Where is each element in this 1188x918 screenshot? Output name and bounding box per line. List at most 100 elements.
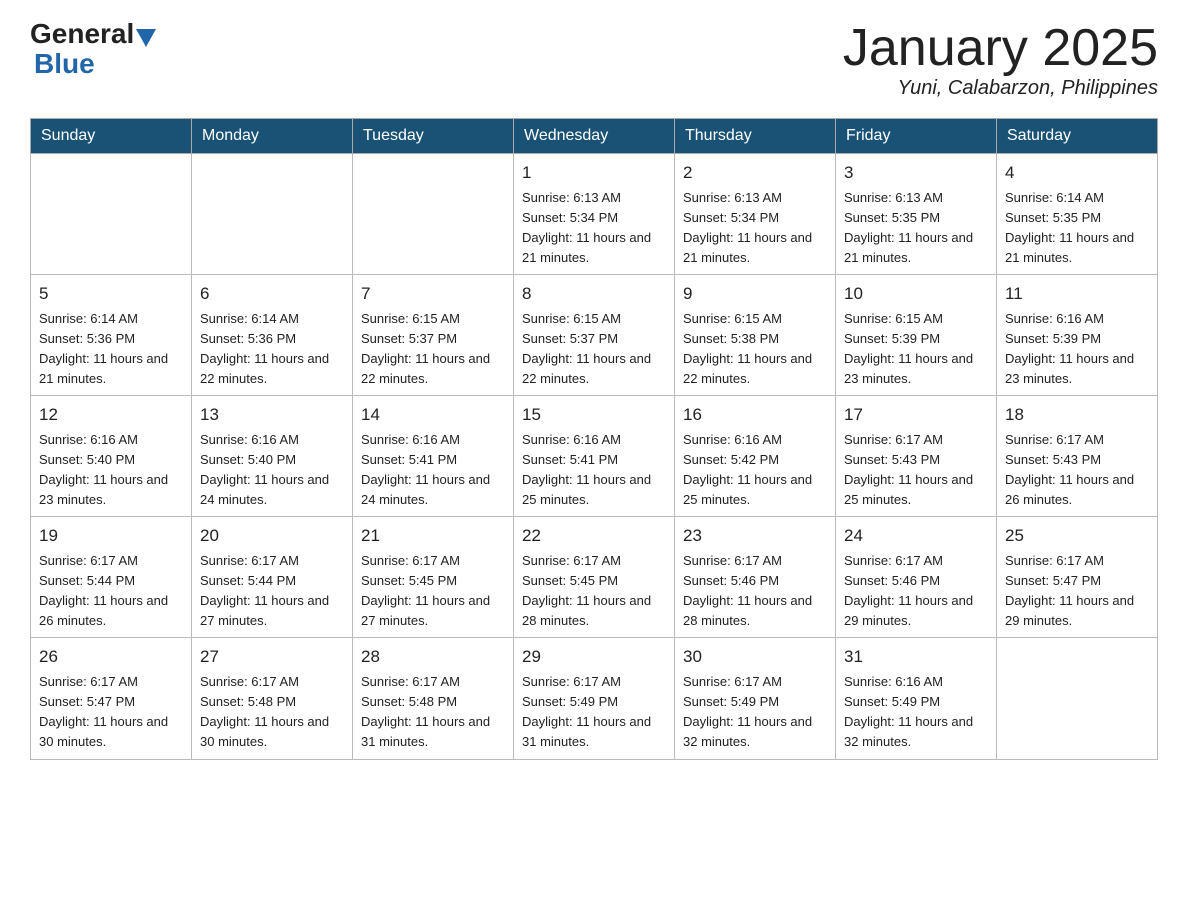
cell-sun-info: Sunrise: 6:16 AM Sunset: 5:39 PM Dayligh…: [1005, 309, 1149, 390]
calendar-cell: [192, 154, 353, 275]
calendar-cell: 20Sunrise: 6:17 AM Sunset: 5:44 PM Dayli…: [192, 517, 353, 638]
cell-sun-info: Sunrise: 6:17 AM Sunset: 5:49 PM Dayligh…: [683, 672, 827, 753]
calendar-cell: 14Sunrise: 6:16 AM Sunset: 5:41 PM Dayli…: [353, 396, 514, 517]
cell-sun-info: Sunrise: 6:16 AM Sunset: 5:41 PM Dayligh…: [522, 430, 666, 511]
cell-sun-info: Sunrise: 6:15 AM Sunset: 5:37 PM Dayligh…: [361, 309, 505, 390]
title-area: January 2025 Yuni, Calabarzon, Philippin…: [843, 20, 1158, 100]
cell-sun-info: Sunrise: 6:14 AM Sunset: 5:36 PM Dayligh…: [39, 309, 183, 390]
calendar-cell: 21Sunrise: 6:17 AM Sunset: 5:45 PM Dayli…: [353, 517, 514, 638]
calendar-cell: 11Sunrise: 6:16 AM Sunset: 5:39 PM Dayli…: [997, 275, 1158, 396]
calendar-cell: 25Sunrise: 6:17 AM Sunset: 5:47 PM Dayli…: [997, 517, 1158, 638]
cell-day-number: 7: [361, 281, 505, 307]
weekday-header-friday: Friday: [836, 119, 997, 154]
calendar-cell: 30Sunrise: 6:17 AM Sunset: 5:49 PM Dayli…: [675, 638, 836, 759]
cell-sun-info: Sunrise: 6:16 AM Sunset: 5:40 PM Dayligh…: [39, 430, 183, 511]
weekday-header-thursday: Thursday: [675, 119, 836, 154]
calendar-cell: 22Sunrise: 6:17 AM Sunset: 5:45 PM Dayli…: [514, 517, 675, 638]
cell-day-number: 18: [1005, 402, 1149, 428]
cell-sun-info: Sunrise: 6:17 AM Sunset: 5:45 PM Dayligh…: [522, 551, 666, 632]
weekday-header-wednesday: Wednesday: [514, 119, 675, 154]
cell-day-number: 3: [844, 160, 988, 186]
cell-sun-info: Sunrise: 6:17 AM Sunset: 5:44 PM Dayligh…: [39, 551, 183, 632]
calendar-cell: [997, 638, 1158, 759]
calendar-cell: 31Sunrise: 6:16 AM Sunset: 5:49 PM Dayli…: [836, 638, 997, 759]
cell-sun-info: Sunrise: 6:17 AM Sunset: 5:46 PM Dayligh…: [844, 551, 988, 632]
cell-day-number: 5: [39, 281, 183, 307]
calendar-cell: 10Sunrise: 6:15 AM Sunset: 5:39 PM Dayli…: [836, 275, 997, 396]
calendar-cell: 5Sunrise: 6:14 AM Sunset: 5:36 PM Daylig…: [31, 275, 192, 396]
calendar-cell: 16Sunrise: 6:16 AM Sunset: 5:42 PM Dayli…: [675, 396, 836, 517]
cell-sun-info: Sunrise: 6:14 AM Sunset: 5:36 PM Dayligh…: [200, 309, 344, 390]
weekday-header-sunday: Sunday: [31, 119, 192, 154]
location-title: Yuni, Calabarzon, Philippines: [843, 77, 1158, 100]
calendar-cell: 15Sunrise: 6:16 AM Sunset: 5:41 PM Dayli…: [514, 396, 675, 517]
cell-sun-info: Sunrise: 6:17 AM Sunset: 5:48 PM Dayligh…: [200, 672, 344, 753]
calendar-cell: [31, 154, 192, 275]
calendar-week-row: 5Sunrise: 6:14 AM Sunset: 5:36 PM Daylig…: [31, 275, 1158, 396]
logo-general: General: [30, 20, 134, 48]
calendar-cell: 28Sunrise: 6:17 AM Sunset: 5:48 PM Dayli…: [353, 638, 514, 759]
cell-day-number: 6: [200, 281, 344, 307]
cell-sun-info: Sunrise: 6:14 AM Sunset: 5:35 PM Dayligh…: [1005, 188, 1149, 269]
cell-day-number: 15: [522, 402, 666, 428]
calendar-cell: 9Sunrise: 6:15 AM Sunset: 5:38 PM Daylig…: [675, 275, 836, 396]
cell-day-number: 20: [200, 523, 344, 549]
calendar-cell: 23Sunrise: 6:17 AM Sunset: 5:46 PM Dayli…: [675, 517, 836, 638]
cell-sun-info: Sunrise: 6:16 AM Sunset: 5:40 PM Dayligh…: [200, 430, 344, 511]
weekday-header-row: SundayMondayTuesdayWednesdayThursdayFrid…: [31, 119, 1158, 154]
calendar-cell: 7Sunrise: 6:15 AM Sunset: 5:37 PM Daylig…: [353, 275, 514, 396]
cell-day-number: 1: [522, 160, 666, 186]
cell-day-number: 23: [683, 523, 827, 549]
calendar-week-row: 19Sunrise: 6:17 AM Sunset: 5:44 PM Dayli…: [31, 517, 1158, 638]
cell-day-number: 12: [39, 402, 183, 428]
cell-day-number: 10: [844, 281, 988, 307]
cell-day-number: 29: [522, 644, 666, 670]
cell-day-number: 31: [844, 644, 988, 670]
cell-sun-info: Sunrise: 6:17 AM Sunset: 5:46 PM Dayligh…: [683, 551, 827, 632]
cell-sun-info: Sunrise: 6:15 AM Sunset: 5:37 PM Dayligh…: [522, 309, 666, 390]
weekday-header-saturday: Saturday: [997, 119, 1158, 154]
calendar-cell: 24Sunrise: 6:17 AM Sunset: 5:46 PM Dayli…: [836, 517, 997, 638]
cell-day-number: 16: [683, 402, 827, 428]
weekday-header-tuesday: Tuesday: [353, 119, 514, 154]
cell-day-number: 28: [361, 644, 505, 670]
calendar-cell: 2Sunrise: 6:13 AM Sunset: 5:34 PM Daylig…: [675, 154, 836, 275]
cell-sun-info: Sunrise: 6:17 AM Sunset: 5:49 PM Dayligh…: [522, 672, 666, 753]
calendar-cell: 12Sunrise: 6:16 AM Sunset: 5:40 PM Dayli…: [31, 396, 192, 517]
cell-sun-info: Sunrise: 6:15 AM Sunset: 5:39 PM Dayligh…: [844, 309, 988, 390]
cell-sun-info: Sunrise: 6:17 AM Sunset: 5:47 PM Dayligh…: [39, 672, 183, 753]
cell-day-number: 27: [200, 644, 344, 670]
calendar-cell: 8Sunrise: 6:15 AM Sunset: 5:37 PM Daylig…: [514, 275, 675, 396]
cell-sun-info: Sunrise: 6:17 AM Sunset: 5:44 PM Dayligh…: [200, 551, 344, 632]
cell-day-number: 26: [39, 644, 183, 670]
cell-day-number: 4: [1005, 160, 1149, 186]
calendar-cell: 1Sunrise: 6:13 AM Sunset: 5:34 PM Daylig…: [514, 154, 675, 275]
cell-sun-info: Sunrise: 6:16 AM Sunset: 5:49 PM Dayligh…: [844, 672, 988, 753]
calendar-cell: 26Sunrise: 6:17 AM Sunset: 5:47 PM Dayli…: [31, 638, 192, 759]
cell-sun-info: Sunrise: 6:17 AM Sunset: 5:45 PM Dayligh…: [361, 551, 505, 632]
cell-day-number: 13: [200, 402, 344, 428]
calendar-cell: 18Sunrise: 6:17 AM Sunset: 5:43 PM Dayli…: [997, 396, 1158, 517]
logo-text: General: [30, 20, 158, 48]
cell-day-number: 11: [1005, 281, 1149, 307]
calendar-week-row: 12Sunrise: 6:16 AM Sunset: 5:40 PM Dayli…: [31, 396, 1158, 517]
cell-sun-info: Sunrise: 6:17 AM Sunset: 5:43 PM Dayligh…: [844, 430, 988, 511]
cell-day-number: 30: [683, 644, 827, 670]
cell-sun-info: Sunrise: 6:17 AM Sunset: 5:43 PM Dayligh…: [1005, 430, 1149, 511]
page-header: General Blue January 2025 Yuni, Calabarz…: [30, 20, 1158, 100]
calendar-cell: [353, 154, 514, 275]
logo-blue: Blue: [34, 48, 95, 79]
cell-day-number: 17: [844, 402, 988, 428]
cell-sun-info: Sunrise: 6:16 AM Sunset: 5:42 PM Dayligh…: [683, 430, 827, 511]
cell-sun-info: Sunrise: 6:17 AM Sunset: 5:48 PM Dayligh…: [361, 672, 505, 753]
cell-sun-info: Sunrise: 6:13 AM Sunset: 5:34 PM Dayligh…: [683, 188, 827, 269]
cell-day-number: 21: [361, 523, 505, 549]
cell-day-number: 19: [39, 523, 183, 549]
cell-day-number: 8: [522, 281, 666, 307]
cell-day-number: 24: [844, 523, 988, 549]
calendar-week-row: 26Sunrise: 6:17 AM Sunset: 5:47 PM Dayli…: [31, 638, 1158, 759]
logo: General Blue: [30, 20, 158, 80]
logo-triangle-icon: [136, 29, 156, 47]
cell-day-number: 14: [361, 402, 505, 428]
cell-day-number: 9: [683, 281, 827, 307]
